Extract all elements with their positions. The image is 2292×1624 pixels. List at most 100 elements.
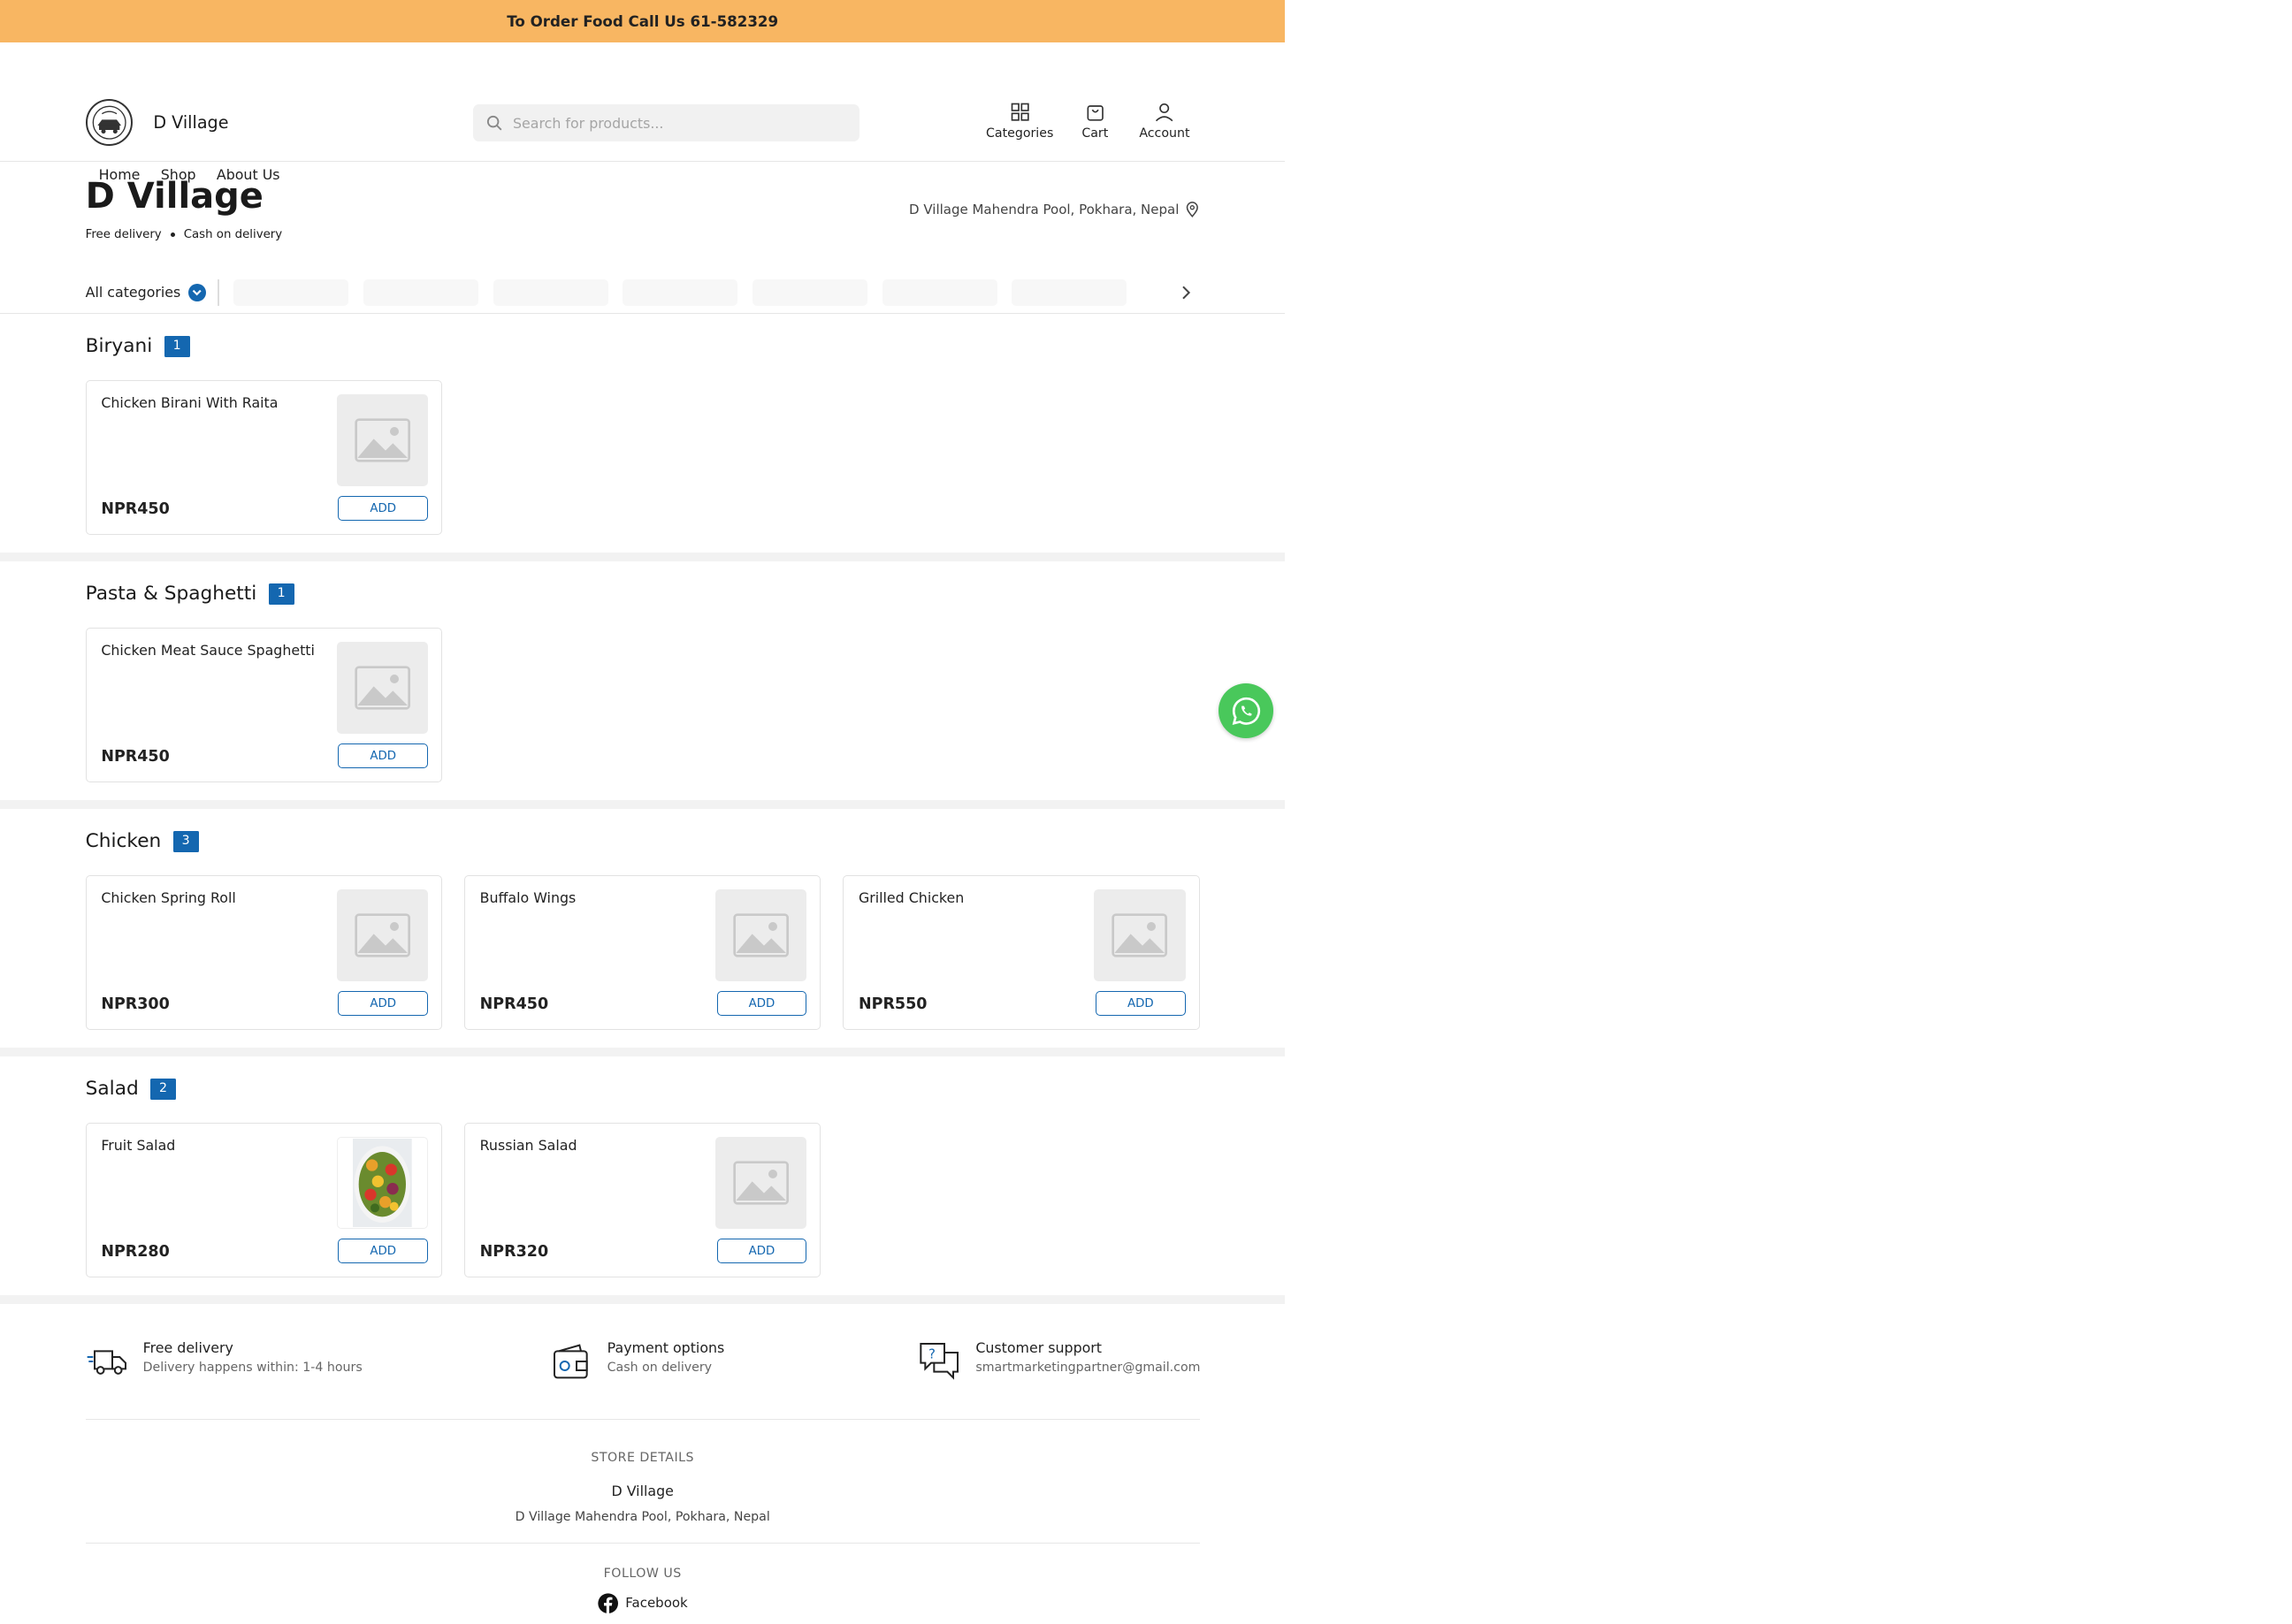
top-announcement-banner: To Order Food Call Us 61-582329 bbox=[0, 0, 1286, 43]
account-label: Account bbox=[1139, 126, 1190, 141]
separator-dot bbox=[170, 232, 175, 237]
product-price: NPR450 bbox=[479, 995, 549, 1013]
product-image-placeholder[interactable] bbox=[336, 394, 428, 486]
product-card[interactable]: Chicken Meat Sauce Spaghetti NPR450 ADD bbox=[85, 628, 442, 783]
product-image-placeholder[interactable] bbox=[714, 1137, 807, 1229]
category-bar: All categories bbox=[85, 278, 1200, 306]
product-price: NPR450 bbox=[101, 747, 170, 766]
categories-label: Categories bbox=[986, 126, 1054, 141]
category-section-chicken: Chicken 3 Chicken Spring Roll NPR300 ADD… bbox=[0, 809, 1286, 1057]
product-card[interactable]: Chicken Birani With Raita NPR450 ADD bbox=[85, 380, 442, 536]
cart-button[interactable]: Cart bbox=[1081, 102, 1108, 141]
feature-customer-support: ? Customer support smartmarketingpartner… bbox=[918, 1339, 1200, 1384]
feature-title: Free delivery bbox=[142, 1339, 233, 1357]
section-header: Biryani 1 bbox=[86, 335, 1286, 359]
category-chip-loading bbox=[363, 278, 478, 306]
store-hero: D Village Free delivery Cash on delivery… bbox=[0, 162, 1286, 315]
categories-button[interactable]: Categories bbox=[986, 102, 1053, 141]
store-logo[interactable] bbox=[85, 98, 133, 146]
product-card[interactable]: Chicken Spring Roll NPR300 ADD bbox=[85, 875, 442, 1031]
chevron-down-icon bbox=[187, 283, 206, 301]
add-to-cart-button[interactable]: ADD bbox=[338, 495, 428, 522]
product-name[interactable]: Russian Salad bbox=[480, 1137, 701, 1154]
item-count-badge: 3 bbox=[172, 831, 199, 852]
add-to-cart-button[interactable]: ADD bbox=[716, 990, 807, 1017]
brand-name[interactable]: D Village bbox=[153, 112, 228, 133]
feature-payment-options: Payment options Cash on delivery bbox=[550, 1339, 724, 1384]
store-badges: Free delivery Cash on delivery bbox=[86, 228, 283, 241]
store-location: D Village Mahendra Pool, Pokhara, Nepal bbox=[909, 202, 1200, 217]
feature-title: Customer support bbox=[975, 1339, 1103, 1357]
feature-subtitle: Delivery happens within: 1-4 hours bbox=[142, 1361, 363, 1376]
product-image-placeholder[interactable] bbox=[336, 642, 428, 734]
product-name[interactable]: Grilled Chicken bbox=[859, 889, 1080, 906]
item-count-badge: 1 bbox=[164, 336, 190, 357]
product-photo[interactable] bbox=[336, 1137, 428, 1229]
support-email[interactable]: smartmarketingpartner@gmail.com bbox=[975, 1361, 1200, 1375]
all-categories-label: All categories bbox=[85, 284, 181, 301]
svg-text:?: ? bbox=[928, 1346, 936, 1362]
product-name[interactable]: Chicken Birani With Raita bbox=[101, 394, 322, 411]
grid-icon bbox=[1011, 103, 1029, 121]
product-card[interactable]: Buffalo Wings NPR450 ADD bbox=[463, 875, 821, 1031]
store-details-label: STORE DETAILS bbox=[591, 1451, 695, 1466]
search-input[interactable] bbox=[509, 113, 840, 133]
store-details-section: STORE DETAILS D Village D Village Mahend… bbox=[85, 1420, 1200, 1544]
product-name[interactable]: Chicken Meat Sauce Spaghetti bbox=[101, 642, 322, 659]
item-count-badge: 2 bbox=[150, 1079, 177, 1100]
add-to-cart-button[interactable]: ADD bbox=[716, 1238, 807, 1264]
category-divider bbox=[217, 278, 219, 306]
product-name[interactable]: Chicken Spring Roll bbox=[101, 889, 322, 906]
product-name[interactable]: Buffalo Wings bbox=[480, 889, 701, 906]
product-name[interactable]: Fruit Salad bbox=[101, 1137, 322, 1154]
category-chip-loading bbox=[233, 278, 349, 306]
chevron-right-icon[interactable] bbox=[1179, 284, 1194, 301]
add-to-cart-button[interactable]: ADD bbox=[1095, 990, 1186, 1017]
free-delivery-badge: Free delivery bbox=[85, 227, 162, 241]
section-header: Pasta & Spaghetti 1 bbox=[86, 583, 1286, 606]
search-bar[interactable] bbox=[473, 104, 860, 141]
category-section-salad: Salad 2 Fruit Salad NPR280 ADD Russian S… bbox=[0, 1056, 1286, 1305]
whatsapp-icon bbox=[1232, 697, 1260, 725]
product-image-placeholder[interactable] bbox=[714, 889, 807, 981]
category-chip-loading bbox=[493, 278, 608, 306]
product-card[interactable]: Fruit Salad NPR280 ADD bbox=[85, 1123, 442, 1278]
section-title: Chicken bbox=[85, 830, 162, 853]
cash-on-delivery-badge: Cash on delivery bbox=[183, 227, 283, 241]
add-to-cart-button[interactable]: ADD bbox=[338, 990, 428, 1017]
image-placeholder-icon bbox=[354, 666, 410, 710]
section-title: Pasta & Spaghetti bbox=[85, 583, 257, 606]
feature-subtitle: Cash on delivery bbox=[607, 1361, 713, 1376]
wallet-icon bbox=[553, 1344, 588, 1379]
product-card[interactable]: Grilled Chicken NPR550 ADD bbox=[843, 875, 1200, 1031]
banner-text: To Order Food Call Us 61-582329 bbox=[507, 12, 779, 30]
image-placeholder-icon bbox=[733, 1161, 789, 1205]
image-placeholder-icon bbox=[354, 913, 410, 957]
search-icon bbox=[486, 115, 502, 131]
product-card[interactable]: Russian Salad NPR320 ADD bbox=[463, 1123, 821, 1278]
add-to-cart-button[interactable]: ADD bbox=[338, 1238, 428, 1264]
all-categories-dropdown[interactable]: All categories bbox=[85, 283, 206, 301]
feature-free-delivery: Free delivery Delivery happens within: 1… bbox=[86, 1339, 363, 1384]
section-title: Biryani bbox=[85, 335, 153, 358]
category-section-pasta-spaghetti: Pasta & Spaghetti 1 Chicken Meat Sauce S… bbox=[0, 561, 1286, 810]
section-title: Salad bbox=[85, 1078, 139, 1101]
location-text: D Village Mahendra Pool, Pokhara, Nepal bbox=[909, 201, 1180, 217]
shopping-bag-icon bbox=[1087, 105, 1104, 121]
add-to-cart-button[interactable]: ADD bbox=[338, 743, 428, 769]
whatsapp-chat-button[interactable] bbox=[1219, 683, 1274, 738]
fruit-salad-photo bbox=[352, 1138, 412, 1227]
category-chip-loading bbox=[623, 278, 738, 306]
page: To Order Food Call Us 61-582329 D Villag… bbox=[0, 0, 1286, 1624]
site-header: D Village Categories Cart bbox=[0, 42, 1286, 183]
store-details-address: D Village Mahendra Pool, Pokhara, Nepal bbox=[515, 1509, 770, 1524]
account-button[interactable]: Account bbox=[1139, 102, 1190, 141]
product-price: NPR450 bbox=[101, 499, 170, 518]
section-header: Salad 2 bbox=[86, 1078, 1286, 1102]
store-title: D Village bbox=[85, 176, 264, 217]
facebook-link[interactable]: Facebook bbox=[597, 1592, 688, 1613]
product-image-placeholder[interactable] bbox=[1094, 889, 1186, 981]
service-features: Free delivery Delivery happens within: 1… bbox=[85, 1304, 1200, 1421]
product-price: NPR550 bbox=[858, 995, 928, 1013]
product-image-placeholder[interactable] bbox=[336, 889, 428, 981]
